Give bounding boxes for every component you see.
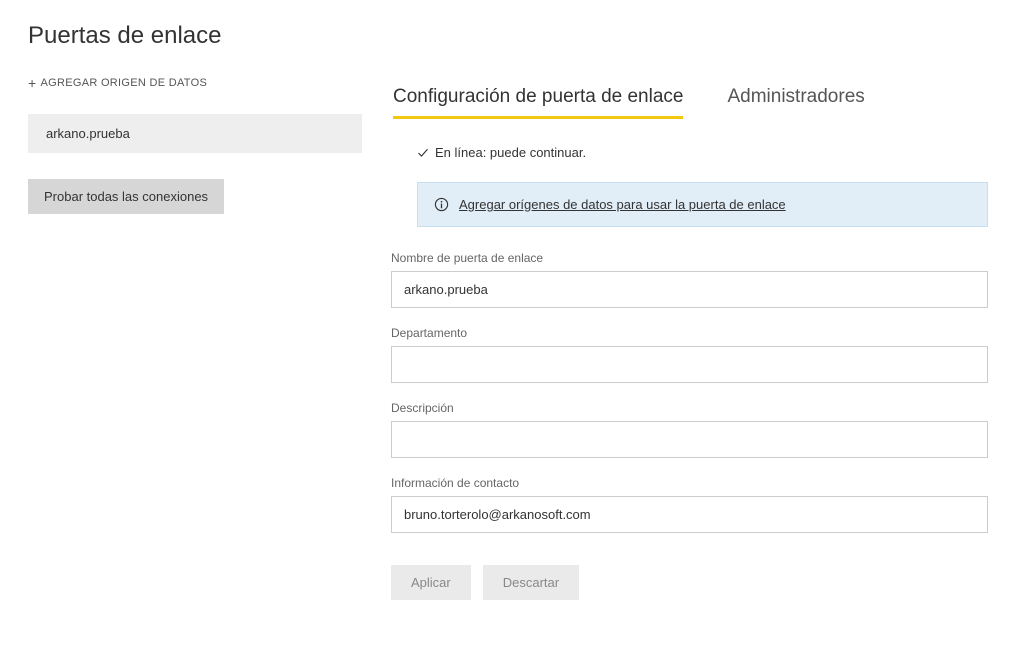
department-input[interactable] (391, 346, 988, 383)
tab-gateway-config[interactable]: Configuración de puerta de enlace (393, 86, 683, 119)
description-input[interactable] (391, 421, 988, 458)
department-label: Departamento (391, 326, 988, 340)
check-icon (417, 147, 429, 159)
info-icon (434, 197, 449, 212)
status-text: En línea: puede continuar. (435, 145, 586, 160)
add-data-sources-banner-link[interactable]: Agregar orígenes de datos para usar la p… (459, 197, 786, 212)
status-row: En línea: puede continuar. (417, 145, 988, 160)
plus-icon: + (28, 76, 36, 90)
gateway-item-label: arkano.prueba (46, 126, 130, 141)
contact-info-input[interactable] (391, 496, 988, 533)
info-banner: Agregar orígenes de datos para usar la p… (417, 182, 988, 227)
tab-administrators[interactable]: Administradores (727, 86, 864, 119)
test-all-connections-button[interactable]: Probar todas las conexiones (28, 179, 224, 214)
add-data-source-link[interactable]: + AGREGAR ORIGEN DE DATOS (28, 76, 363, 90)
contact-info-label: Información de contacto (391, 476, 988, 490)
gateway-name-label: Nombre de puerta de enlace (391, 251, 988, 265)
discard-button[interactable]: Descartar (483, 565, 579, 600)
add-data-source-label: AGREGAR ORIGEN DE DATOS (40, 77, 207, 89)
gateway-list-item[interactable]: arkano.prueba (28, 114, 362, 153)
gateway-name-input[interactable] (391, 271, 988, 308)
apply-button[interactable]: Aplicar (391, 565, 471, 600)
tabs: Configuración de puerta de enlace Admini… (393, 86, 988, 119)
description-label: Descripción (391, 401, 988, 415)
page-title: Puertas de enlace (28, 22, 363, 50)
